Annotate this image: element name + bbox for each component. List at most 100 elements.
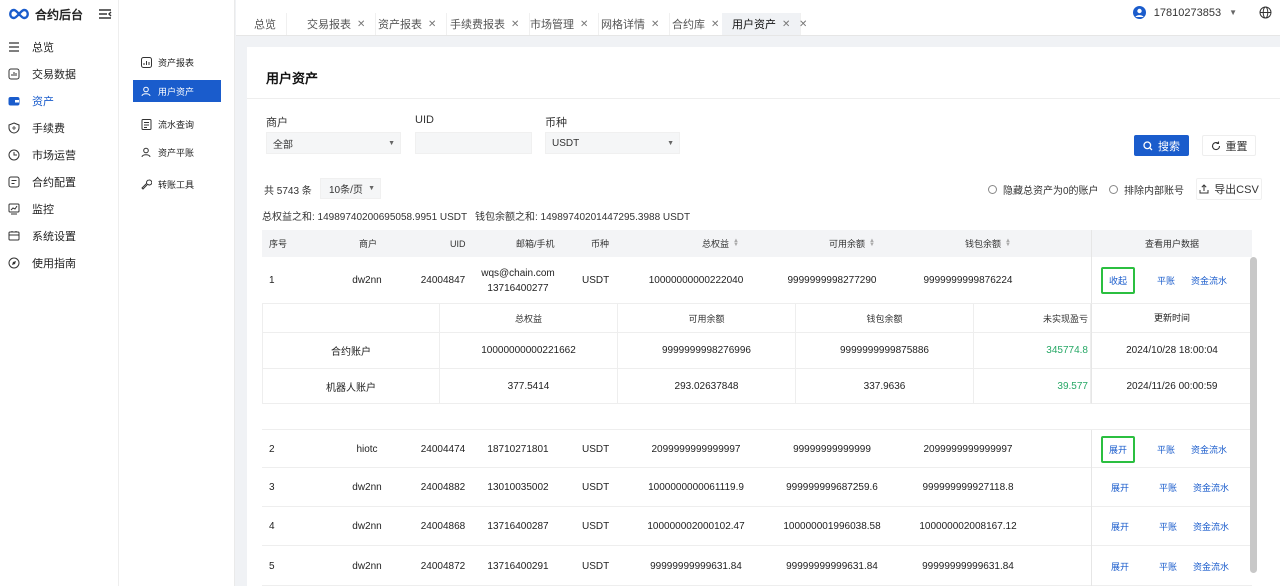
avatar-icon[interactable] [1132,6,1146,19]
merchant-select[interactable]: 全部 ▼ [266,132,401,154]
header-available[interactable]: 可用余额 ▲ ▼ [829,230,875,257]
sort-icon[interactable]: ▲ ▼ [1005,238,1011,248]
fund-flow-link[interactable]: 资金流水 [1191,443,1227,456]
nav-item-market-ops[interactable]: 市场运营 [0,141,119,168]
hide-zero-radio[interactable]: 隐藏总资产为0的账户 [988,182,1099,197]
cell-available: 999999999687259.6 [786,482,878,493]
clock-icon [8,149,20,160]
detail-header-time: 更新时间 [1153,312,1190,323]
subnav-item-asset-balance[interactable]: 资产平账 [133,141,221,163]
flat-account-link[interactable]: 平账 [1159,481,1177,494]
collapse-menu-icon[interactable] [98,7,112,21]
fund-flow-link[interactable]: 资金流水 [1193,481,1229,494]
flat-account-link[interactable]: 平账 [1159,520,1177,533]
subnav-item-flow-query[interactable]: 流水查询 [133,113,221,135]
expand-button[interactable]: 展开 [1111,520,1129,533]
table-row: 1 dw2nn 24004847 wqs@chain.com 1371640027… [262,257,1252,304]
header-contact: 邮箱/手机 [516,239,555,249]
close-icon[interactable]: ✕ [357,19,365,30]
nav-item-settings[interactable]: 系统设置 [0,222,119,249]
tab-label: 总览 [254,19,276,31]
cell-available: 9999999998277290 [787,275,877,286]
reset-button[interactable]: 重置 [1202,135,1256,156]
subnav-label: 转账工具 [158,179,195,190]
detail-equity: 10000000000221662 [440,333,618,368]
collapse-button[interactable]: 收起 [1101,267,1136,294]
chevron-down-icon: ▼ [388,139,395,147]
flat-account-link[interactable]: 平账 [1157,274,1175,287]
tab-overview[interactable]: 总览 [244,13,287,35]
fund-flow-link[interactable]: 资金流水 [1193,560,1229,573]
cell-no: 1 [269,275,275,286]
tab-fee-report[interactable]: 手续费报表 ✕ [440,13,531,35]
close-icon[interactable]: ✕ [511,19,519,30]
header-uid: UID [450,238,466,249]
subnav-item-asset-report[interactable]: 资产报表 [133,51,221,73]
uid-input[interactable] [415,132,532,154]
sort-icon[interactable]: ▲ ▼ [733,238,739,248]
subnav-item-user-assets[interactable]: 用户资产 [133,80,221,102]
close-icon[interactable]: ✕ [428,19,436,30]
wallet-icon [8,96,20,105]
contact-email: wqs@chain.com [481,267,555,279]
coin-label: 币种 [545,117,567,129]
nav-item-monitor[interactable]: 监控 [0,195,119,222]
search-icon [1143,140,1153,150]
nav-item-assets[interactable]: 资产 [0,87,119,114]
nav-label: 合约配置 [32,176,76,189]
tab-grid-detail[interactable]: 网格详情 ✕ [591,13,671,35]
table-header: 序号 商户 UID 邮箱/手机 币种 总权益 ▲ ▼ 可用余额 ▲ ▼ 钱包余额 ▲ ▼ 查… [262,230,1252,257]
tab-asset-report[interactable]: 资产报表 ✕ [368,13,448,35]
expand-button[interactable]: 展开 [1111,481,1129,494]
detail-account-name: 合约账户 [263,333,440,368]
user-phone[interactable]: 17810273853 [1154,7,1221,19]
export-csv-button[interactable]: 导出CSV [1196,178,1262,200]
tab-trade-report[interactable]: 交易报表 ✕ [297,13,377,35]
nav-item-trade-data[interactable]: 交易数据 [0,60,119,87]
close-icon[interactable]: ✕ [580,19,588,30]
cell-merchant: dw2nn [352,521,382,532]
nav-item-overview[interactable]: 总览 [0,33,119,60]
list-icon [141,118,152,130]
nav-label: 监控 [32,203,54,216]
close-icon[interactable]: ✕ [711,19,719,30]
detail-wallet: 337.9636 [796,369,974,404]
fund-flow-link[interactable]: 资金流水 [1191,274,1227,287]
coin-select[interactable]: USDT ▼ [545,132,680,154]
logo-icon [9,8,29,20]
menu-icon [9,41,19,52]
settings-icon [8,230,20,240]
reset-button-label: 重置 [1225,140,1248,153]
cell-no: 2 [269,444,275,455]
flat-account-link[interactable]: 平账 [1157,443,1175,456]
chevron-down-icon[interactable]: ▼ [1229,8,1237,17]
globe-icon[interactable] [1259,6,1272,19]
expand-button[interactable]: 展开 [1111,560,1129,573]
close-all-tabs[interactable]: ✕ [789,13,817,35]
cell-coin: USDT [582,560,610,572]
subnav-item-transfer-tool[interactable]: 转账工具 [133,173,221,195]
detail-available: 9999999998276996 [618,333,796,368]
row-actions: 展开 平账 资金流水 [1091,430,1252,469]
fund-flow-link[interactable]: 资金流水 [1193,520,1229,533]
nav-item-guide[interactable]: 使用指南 [0,249,119,276]
chevron-down-icon: ▼ [368,185,375,192]
page-size-select[interactable]: 10条/页 ▼ [320,178,381,199]
page-size-value: 10条/页 [329,185,363,196]
sort-icon[interactable]: ▲ ▼ [869,238,875,248]
nav-item-contract-config[interactable]: 合约配置 [0,168,119,195]
cell-merchant: dw2nn [352,560,382,572]
tab-contract-lib[interactable]: 合约库 ✕ [662,13,731,35]
header-equity[interactable]: 总权益 ▲ ▼ [702,230,739,257]
close-icon[interactable]: ✕ [651,19,659,30]
vertical-scrollbar[interactable] [1250,257,1257,573]
nav-item-fees[interactable]: 手续费 [0,114,119,141]
close-icon[interactable]: ✕ [799,19,807,30]
exclude-internal-radio[interactable]: 排除内部账号 [1109,182,1184,197]
search-button[interactable]: 搜索 [1134,135,1189,156]
expand-button[interactable]: 展开 [1101,436,1136,463]
flat-account-link[interactable]: 平账 [1159,560,1177,573]
header-wallet[interactable]: 钱包余额 ▲ ▼ [965,230,1011,257]
tab-market-manage[interactable]: 市场管理 ✕ [520,13,600,35]
detail-header-pnl: 未实现盈亏 [1042,313,1088,324]
